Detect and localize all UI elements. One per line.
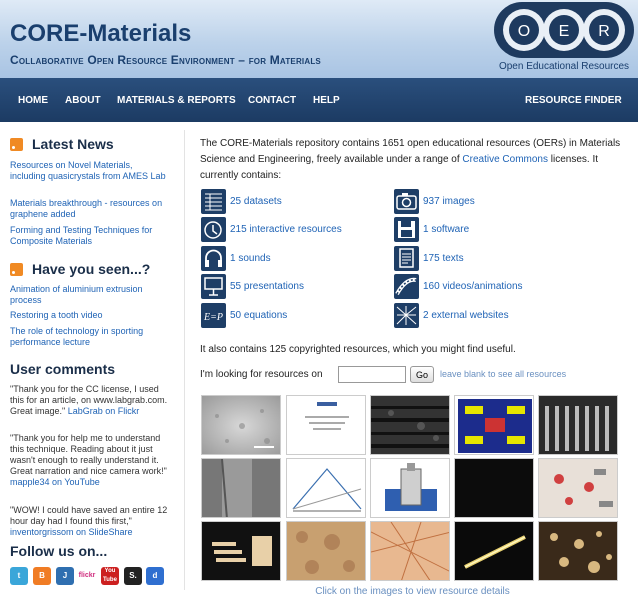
svg-text:E=P: E=P [203,312,223,323]
resource-thumbnail-texture[interactable] [370,395,450,455]
resource-thumbnail-dark[interactable] [454,458,534,518]
search-hint: leave blank to see all resources [440,369,567,379]
interactive-icon[interactable] [201,217,226,242]
resource-thumbnail-specimens[interactable] [201,521,281,581]
youtube-icon[interactable]: You Tube [101,567,119,585]
copyrighted-note: It also contains 125 copyrighted resourc… [200,344,516,355]
resource-images-link[interactable]: 937 images [423,196,475,207]
thumbnails-caption: Click on the images to view resource det… [315,586,510,597]
resource-thumbnail-grain[interactable] [286,521,366,581]
twitter-icon[interactable]: t [10,567,28,585]
resource-thumbnail-fracture[interactable] [201,458,281,518]
site-title[interactable]: CORE-Materials [10,20,191,48]
resource-thumbnail-document[interactable] [286,395,366,455]
nav-resource-finder[interactable]: RESOURCE FINDER [525,95,622,106]
follow-us-heading: Follow us on... [10,543,108,559]
camera-icon[interactable] [394,189,419,214]
user-comment: "WOW! I could have saved an entire 12 ho… [10,505,168,537]
jorum-icon[interactable]: J [56,567,74,585]
resource-sounds-link[interactable]: 1 sounds [230,253,271,264]
logo-letter-e: E [559,23,570,40]
seen-item[interactable]: The role of technology in sporting perfo… [10,326,170,348]
resource-datasets-link[interactable]: 25 datasets [230,196,282,207]
resource-websites-link[interactable]: 2 external websites [423,310,509,321]
resource-thumbnail-graph[interactable] [286,458,366,518]
nav-contact[interactable]: CONTACT [248,95,296,106]
site-header: CORE-Materials Collaborative Open Resour… [0,0,638,78]
logo-caption: Open Educational Resources [498,61,630,72]
resource-thumbnail-diagram[interactable] [454,395,534,455]
news-item[interactable]: Materials breakthrough - resources on gr… [10,198,170,220]
resource-equations-link[interactable]: 50 equations [230,310,287,321]
resource-thumbnail-micrograph[interactable] [201,395,281,455]
blogger-icon[interactable]: B [33,567,51,585]
resource-thumbnail-samples[interactable] [538,458,618,518]
film-icon[interactable] [394,274,419,299]
comment-source-link[interactable]: mapple34 on YouTube [10,477,100,487]
resource-thumbnail-apparatus[interactable] [370,458,450,518]
resource-thumbnail-glow[interactable] [454,521,534,581]
nav-help[interactable]: HELP [313,95,340,106]
main-nav: HOME ABOUT MATERIALS & REPORTS CONTACT H… [0,78,638,122]
rss-icon[interactable] [10,262,23,276]
seen-item[interactable]: Animation of aluminium extrusion process [10,284,170,306]
search-label: I'm looking for resources on [200,369,323,380]
resource-software-link[interactable]: 1 software [423,224,469,235]
delicious-icon[interactable]: d [146,567,164,585]
news-item[interactable]: Forming and Testing Techniques for Compo… [10,225,170,247]
nav-home[interactable]: HOME [18,95,48,106]
rss-icon[interactable] [10,137,23,151]
latest-news-heading: Latest News [10,136,114,152]
have-you-seen-heading: Have you seen...? [10,261,150,277]
headphones-icon[interactable] [201,246,226,271]
user-comment: "Thank you for the CC license, I used th… [10,384,168,416]
news-item[interactable]: Resources on Novel Materials, including … [10,160,170,182]
site-subtitle: Collaborative Open Resource Environment … [10,53,321,67]
equation-icon[interactable]: E=P [201,303,226,328]
resource-thumbnail-columns[interactable] [538,395,618,455]
go-button[interactable]: Go [410,366,434,383]
resource-videos-link[interactable]: 160 videos/animations [423,281,523,292]
slideshare-icon[interactable]: S. [124,567,142,585]
resource-interactive-link[interactable]: 215 interactive resources [230,224,342,235]
dataset-icon[interactable] [201,189,226,214]
comment-source-link[interactable]: LabGrab on Flickr [68,406,140,416]
logo-letter-r: R [598,23,610,40]
resource-texts-link[interactable]: 175 texts [423,253,464,264]
column-divider [184,130,185,590]
nav-materials-reports[interactable]: MATERIALS & REPORTS [117,95,236,106]
user-comment: "Thank you for help me to understand thi… [10,433,167,487]
comment-source-link[interactable]: inventorgrissom on SlideShare [10,527,133,537]
resource-thumbnail-particles[interactable] [538,521,618,581]
resource-presentations-link[interactable]: 55 presentations [230,281,304,292]
resource-search-input[interactable] [338,366,406,383]
flickr-icon[interactable]: flickr [78,567,96,585]
resource-thumbnail-crystal[interactable] [370,521,450,581]
intro-text: The CORE-Materials repository contains 1… [200,138,621,181]
user-comments-heading: User comments [10,361,116,377]
presentation-icon[interactable] [201,274,226,299]
logo-letter-o: O [518,23,530,40]
creative-commons-link[interactable]: Creative Commons [462,154,548,165]
seen-item[interactable]: Restoring a tooth video [10,310,170,321]
nav-about[interactable]: ABOUT [65,95,101,106]
text-icon[interactable] [394,246,419,271]
floppy-disk-icon[interactable] [394,217,419,242]
web-icon[interactable] [394,303,419,328]
